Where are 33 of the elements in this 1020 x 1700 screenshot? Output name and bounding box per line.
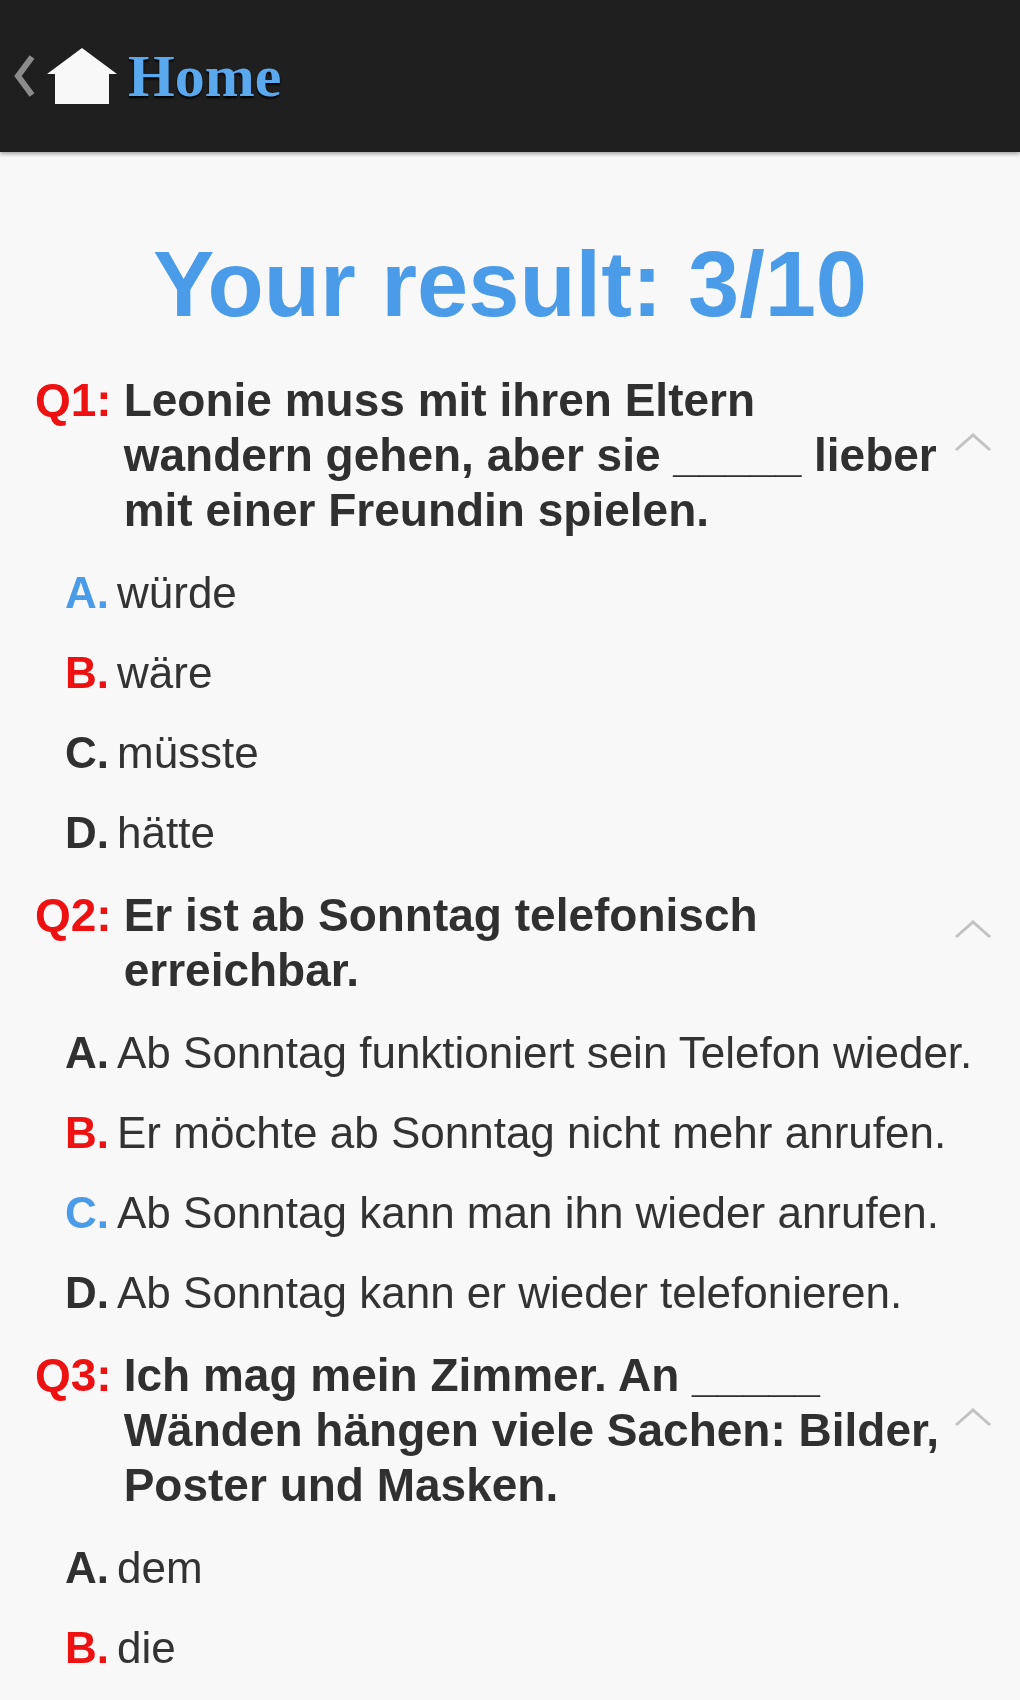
option-text: würde bbox=[117, 567, 237, 619]
option-text: Er möchte ab Sonntag nicht mehr anrufen. bbox=[117, 1107, 947, 1159]
option-letter: D. bbox=[65, 807, 109, 859]
question-text: Er ist ab Sonntag telefonisch erreichbar. bbox=[123, 888, 759, 998]
home-button[interactable]: Home bbox=[13, 43, 282, 109]
option-text: die bbox=[117, 1622, 176, 1674]
chevron-up-icon[interactable] bbox=[954, 431, 992, 452]
option-letter: B. bbox=[65, 647, 109, 699]
caret-left-icon bbox=[13, 55, 35, 97]
chevron-up-icon[interactable] bbox=[954, 1406, 992, 1427]
option-letter: B. bbox=[65, 1107, 109, 1159]
option-letter: D. bbox=[65, 1267, 109, 1319]
option-text: hätte bbox=[117, 807, 215, 859]
option-text: Ab Sonntag kann man ihn wieder anrufen. bbox=[117, 1187, 939, 1239]
option-letter: A. bbox=[65, 1542, 109, 1594]
house-icon bbox=[47, 48, 117, 104]
option-letter: A. bbox=[65, 1027, 109, 1079]
question-text: Leonie muss mit ihren Eltern wandern gehen, aber sie _____ lieber mit einer Freundin spielen. bbox=[123, 373, 938, 538]
question-number: Q1: bbox=[35, 373, 112, 428]
chevron-up-icon[interactable] bbox=[954, 919, 992, 939]
option-text: müsste bbox=[117, 727, 259, 779]
option-letter: A. bbox=[65, 567, 109, 619]
question-number: Q2: bbox=[35, 888, 112, 943]
option-text: wäre bbox=[117, 647, 213, 699]
option-text: Ab Sonntag kann er wieder telefonieren. bbox=[117, 1267, 903, 1319]
option-letter: C. bbox=[65, 727, 109, 779]
question-number: Q3: bbox=[35, 1348, 112, 1403]
question-text: Ich mag mein Zimmer. An _____ Wänden hängen viele Sachen: Bilder, Poster und Masken. bbox=[123, 1348, 941, 1513]
option-letter: B. bbox=[65, 1622, 109, 1674]
option-text: Ab Sonntag funktioniert sein Telefon wieder. bbox=[117, 1027, 973, 1079]
result-title: Your result: 3/10 bbox=[152, 232, 868, 337]
option-text: dem bbox=[117, 1542, 203, 1594]
option-letter: C. bbox=[65, 1187, 109, 1239]
